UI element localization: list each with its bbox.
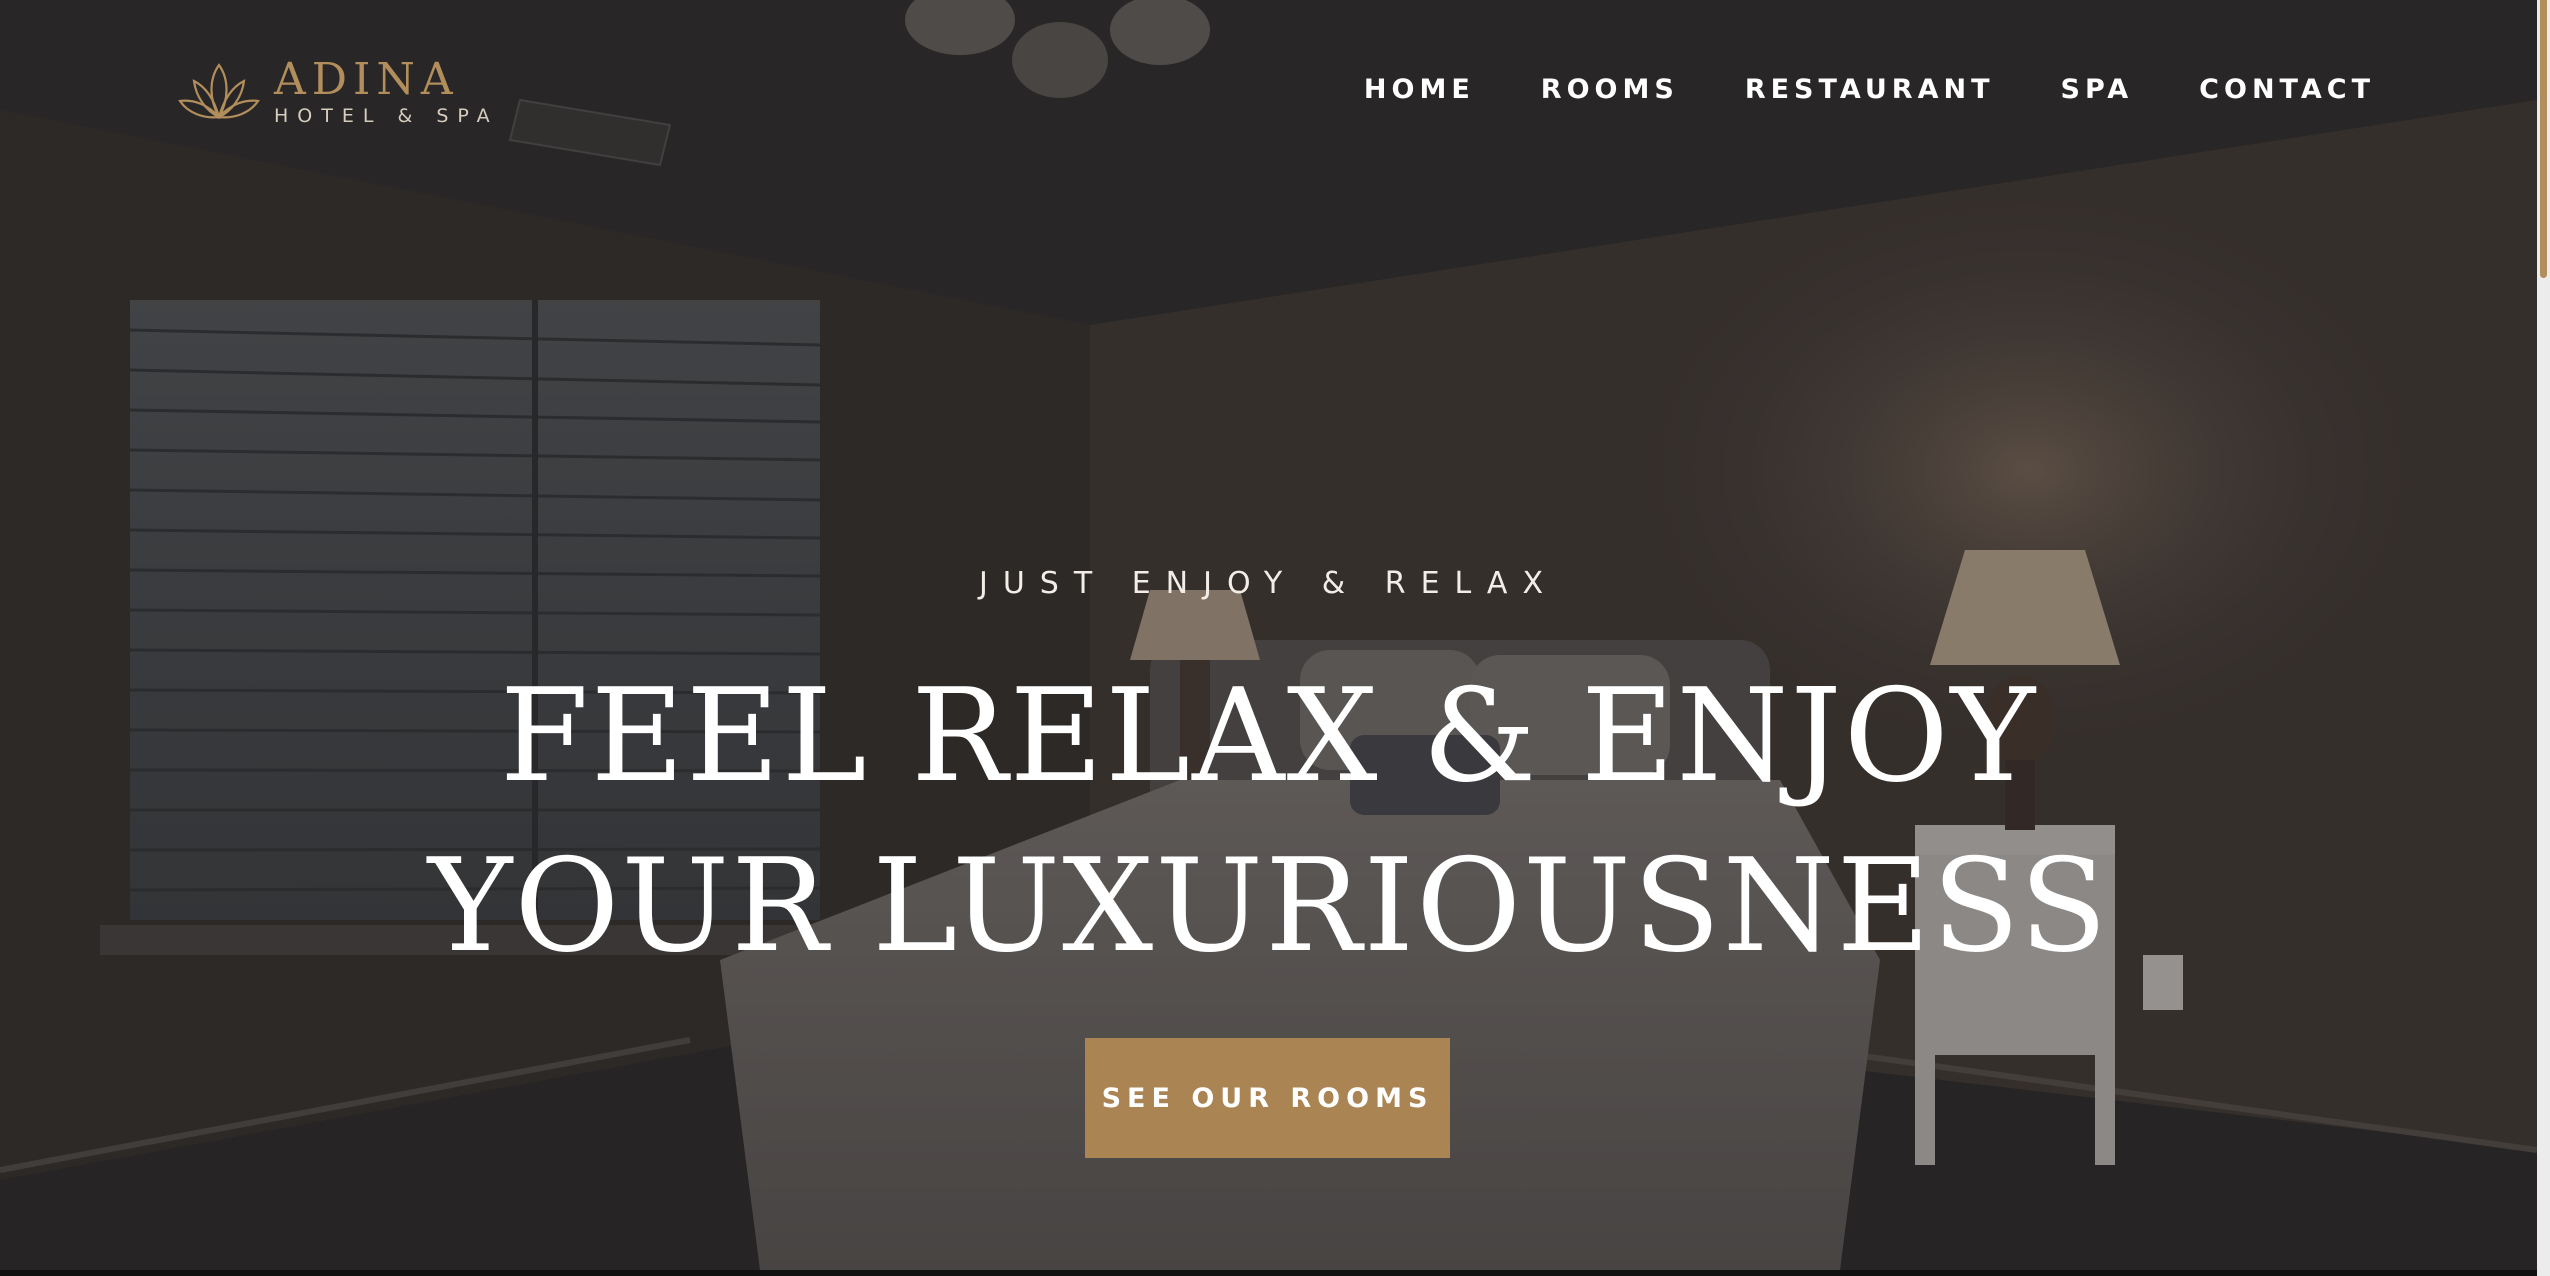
nav-item-spa[interactable]: SPA [2061, 74, 2134, 105]
nav-item-rooms[interactable]: ROOMS [1541, 74, 1679, 105]
hero-headline: FEEL RELAX & ENJOY YOUR LUXURIOUSNESS [0, 652, 2537, 992]
page: ADINA HOTEL & SPA HOME ROOMS RESTAURANT … [0, 0, 2550, 1276]
hero-headline-line-1: FEEL RELAX & ENJOY [499, 662, 2038, 811]
brand-logo[interactable]: ADINA HOTEL & SPA [176, 58, 499, 128]
hero-section: ADINA HOTEL & SPA HOME ROOMS RESTAURANT … [0, 0, 2537, 1270]
page-scrollbar[interactable] [2537, 0, 2550, 1276]
see-our-rooms-button[interactable]: SEE OUR ROOMS [1085, 1038, 1450, 1158]
lotus-icon [178, 63, 260, 120]
page-bottom-edge [0, 1270, 2537, 1276]
nav-item-restaurant[interactable]: RESTAURANT [1745, 74, 1995, 105]
brand-tagline: HOTEL & SPA [274, 105, 499, 127]
nav-item-home[interactable]: HOME [1364, 74, 1475, 105]
hero-kicker: JUST ENJOY & RELAX [979, 566, 1558, 601]
brand-name: ADINA [274, 54, 459, 105]
scrollbar-thumb[interactable] [2540, 0, 2547, 278]
hero-headline-line-2: YOUR LUXURIOUSNESS [427, 832, 2110, 981]
main-nav: HOME ROOMS RESTAURANT SPA CONTACT [1364, 74, 2375, 105]
nav-item-contact[interactable]: CONTACT [2199, 74, 2375, 105]
